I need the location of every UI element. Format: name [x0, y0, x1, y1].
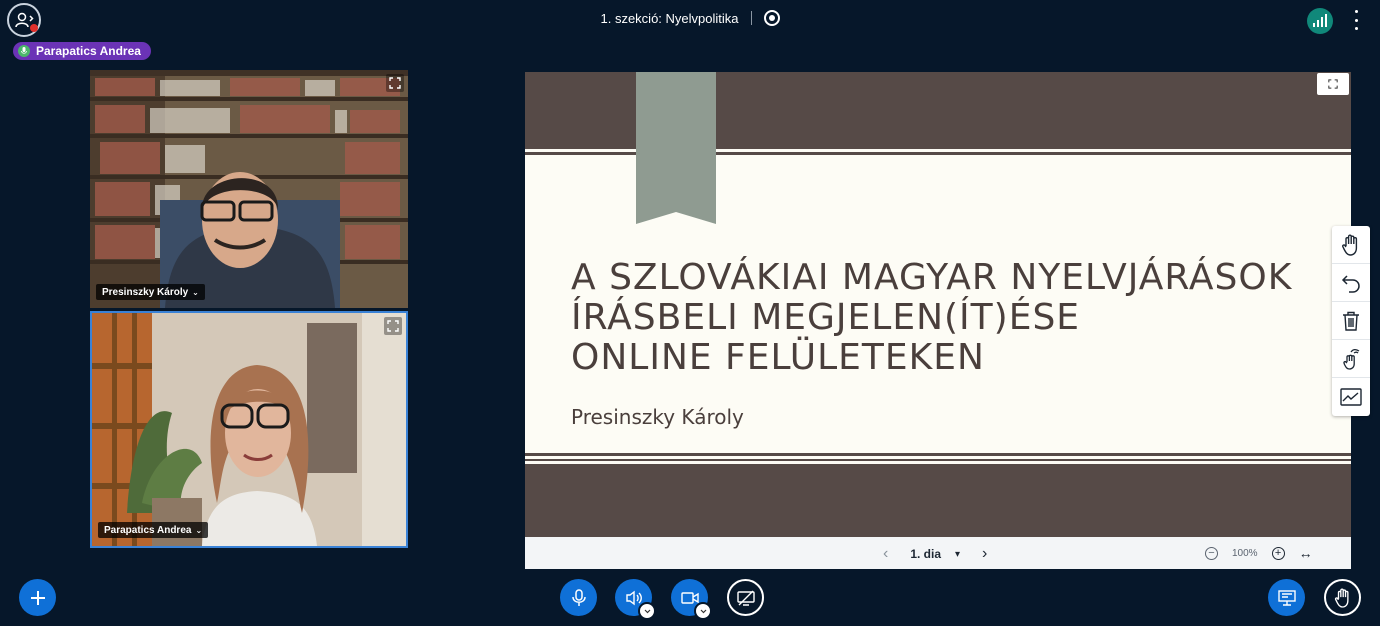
- zoom-controls: − 100% + ↔: [1205, 545, 1313, 561]
- webcam-tile-parapatics[interactable]: Parapatics Andrea ⌄: [90, 311, 408, 548]
- line-chart-icon: [1340, 388, 1362, 406]
- signal-bar: [1313, 23, 1315, 27]
- undo-icon: [1341, 274, 1360, 293]
- slide-title: A SZLOVÁKIAI MAGYAR NYELVJÁRÁSOK ÍRÁSBEL…: [571, 258, 1331, 378]
- previous-slide-icon[interactable]: ‹: [883, 545, 888, 563]
- screen-share-button[interactable]: [727, 579, 764, 616]
- zoom-in-icon[interactable]: +: [1271, 546, 1285, 560]
- raise-hand-button[interactable]: [1324, 579, 1361, 616]
- presentation-toolbar: ‹ 1. dia ▾ › − 100% + ↔: [525, 537, 1351, 569]
- multi-user-icon: [1343, 348, 1360, 370]
- slide-rule: [525, 459, 1351, 461]
- chevron-down-icon: ▾: [955, 548, 961, 560]
- webcam-video-feed: [90, 70, 408, 308]
- chevron-down-icon[interactable]: [638, 602, 656, 620]
- webcam-video-feed: [92, 313, 406, 546]
- trash-icon: [1343, 311, 1359, 331]
- clear-annotations-button[interactable]: [1332, 302, 1370, 340]
- speaker-icon: [625, 590, 642, 605]
- audio-button[interactable]: [615, 579, 656, 620]
- chevron-down-icon: ⌄: [195, 525, 203, 535]
- signal-bar: [1317, 20, 1319, 27]
- expand-icon: [389, 77, 401, 89]
- fit-width-icon[interactable]: ↔: [1299, 545, 1313, 561]
- pencil-tool-button[interactable]: [1332, 378, 1370, 416]
- talking-indicator[interactable]: Parapatics Andrea: [13, 42, 151, 60]
- slide-title-line: A SZLOVÁKIAI MAGYAR NYELVJÁRÁSOK: [571, 257, 1293, 298]
- next-slide-icon[interactable]: ›: [982, 545, 987, 563]
- header-divider: [750, 11, 752, 25]
- slide-author: Presinszky Károly: [571, 405, 744, 429]
- session-header: 1. szekció: Nyelvpolitika: [0, 10, 1380, 26]
- undo-button[interactable]: [1332, 264, 1370, 302]
- slide-select[interactable]: 1. dia ▾: [910, 547, 960, 561]
- presentation-area[interactable]: A SZLOVÁKIAI MAGYAR NYELVJÁRÁSOK ÍRÁSBEL…: [525, 72, 1351, 569]
- slide-select-value: 1. dia: [910, 547, 942, 561]
- signal-bar: [1321, 17, 1323, 27]
- fullscreen-button[interactable]: [384, 317, 402, 335]
- webcam-name-tag[interactable]: Presinszky Károly ⌄: [96, 284, 205, 300]
- camera-button[interactable]: [671, 579, 712, 620]
- slide-bottom-band: [525, 464, 1351, 537]
- webcam-name-tag[interactable]: Parapatics Andrea ⌄: [98, 522, 209, 538]
- screen-share-off-icon: [736, 590, 755, 606]
- microphone-icon: [18, 45, 30, 57]
- slide-navigation: ‹ 1. dia ▾ ›: [883, 545, 987, 563]
- zoom-level: 100%: [1232, 547, 1258, 559]
- slide-rule: [525, 453, 1351, 456]
- plus-icon: [30, 590, 45, 605]
- presentation-icon: [1277, 589, 1296, 606]
- presentation-toggle-button[interactable]: [1268, 579, 1305, 616]
- presentation-fullscreen-button[interactable]: [1317, 73, 1349, 95]
- multi-user-whiteboard-button[interactable]: [1332, 340, 1370, 378]
- hand-icon: [1342, 234, 1358, 256]
- video-camera-icon: [680, 591, 699, 604]
- session-title: 1. szekció: Nyelvpolitika: [600, 10, 739, 26]
- fullscreen-button[interactable]: [386, 74, 404, 92]
- mute-button[interactable]: [560, 579, 597, 616]
- chevron-down-icon: ⌄: [192, 287, 199, 297]
- expand-icon: [387, 320, 399, 332]
- signal-bar: [1325, 14, 1327, 27]
- hand-icon: [1334, 588, 1349, 608]
- microphone-icon: [571, 588, 586, 606]
- chevron-down-icon[interactable]: [694, 602, 712, 620]
- actions-button[interactable]: [19, 579, 56, 616]
- slide-title-line: ONLINE FELÜLETEKEN: [571, 337, 985, 378]
- connection-status-button[interactable]: [1307, 8, 1333, 34]
- webcam-user-name: Presinszky Károly: [102, 286, 189, 298]
- options-menu-icon[interactable]: [1349, 10, 1363, 30]
- pan-tool-button[interactable]: [1332, 226, 1370, 264]
- zoom-out-icon[interactable]: −: [1205, 546, 1218, 560]
- talking-indicator-name: Parapatics Andrea: [36, 44, 141, 58]
- slide: A SZLOVÁKIAI MAGYAR NYELVJÁRÁSOK ÍRÁSBEL…: [525, 72, 1351, 537]
- slide-ribbon: [636, 72, 716, 224]
- slide-title-line: ÍRÁSBELI MEGJELEN(ÍT)ÉSE: [571, 297, 1081, 338]
- recording-icon[interactable]: [763, 10, 780, 26]
- whiteboard-toolbar: [1332, 226, 1370, 416]
- webcam-tile-presinszky[interactable]: Presinszky Károly ⌄: [90, 70, 408, 308]
- expand-icon: [1328, 79, 1338, 89]
- webcam-user-name: Parapatics Andrea: [104, 524, 192, 536]
